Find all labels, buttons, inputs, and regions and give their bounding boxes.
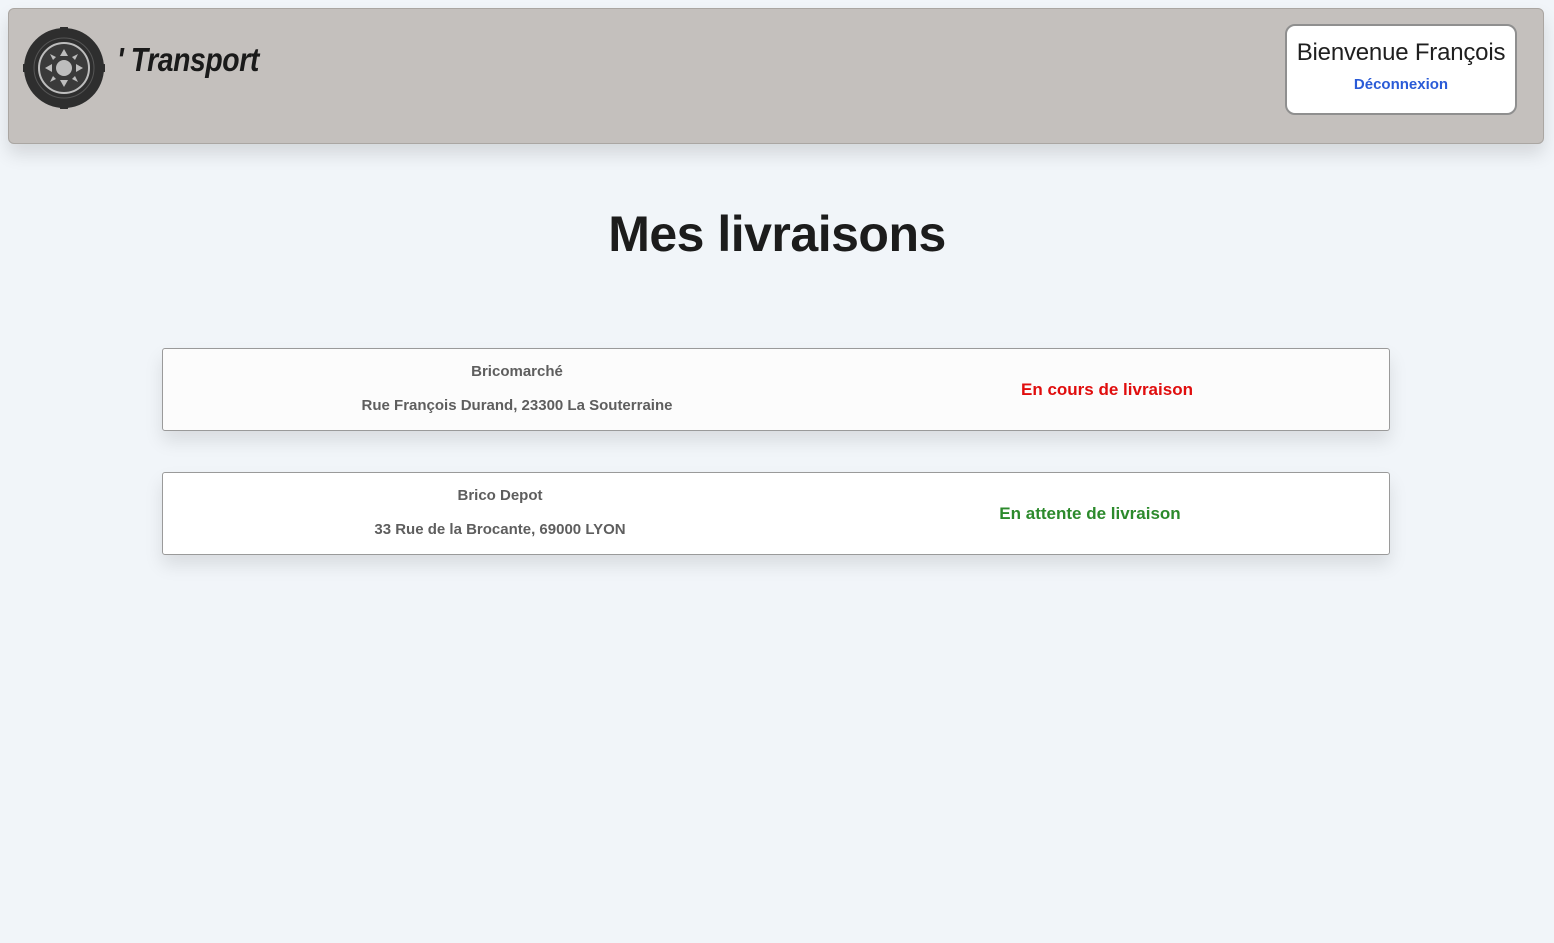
welcome-text: Bienvenue François bbox=[1296, 39, 1506, 66]
delivery-status: En cours de livraison bbox=[1021, 379, 1193, 399]
delivery-status: En attente de livraison bbox=[999, 503, 1181, 523]
top-header: ' Transport Bienvenue François Déconnexi… bbox=[8, 8, 1544, 144]
store-address: Rue François Durand, 23300 La Souterrain… bbox=[361, 397, 673, 414]
user-panel: Bienvenue François Déconnexion bbox=[1285, 24, 1517, 115]
store-name: Brico Depot bbox=[457, 487, 543, 504]
delivery-card[interactable]: Brico Depot 33 Rue de la Brocante, 69000… bbox=[162, 472, 1390, 555]
delivery-info: Brico Depot 33 Rue de la Brocante, 69000… bbox=[313, 473, 687, 554]
brand-name: ' Transport bbox=[117, 41, 259, 78]
delivery-card[interactable]: Bricomarché Rue François Durand, 23300 L… bbox=[162, 348, 1390, 431]
tire-wheel-icon[interactable] bbox=[23, 27, 105, 109]
delivery-info: Bricomarché Rue François Durand, 23300 L… bbox=[313, 349, 721, 430]
store-name: Bricomarché bbox=[471, 363, 563, 380]
page-title: Mes livraisons bbox=[608, 206, 946, 262]
logout-link[interactable]: Déconnexion bbox=[1354, 76, 1448, 93]
store-address: 33 Rue de la Brocante, 69000 LYON bbox=[374, 521, 626, 538]
